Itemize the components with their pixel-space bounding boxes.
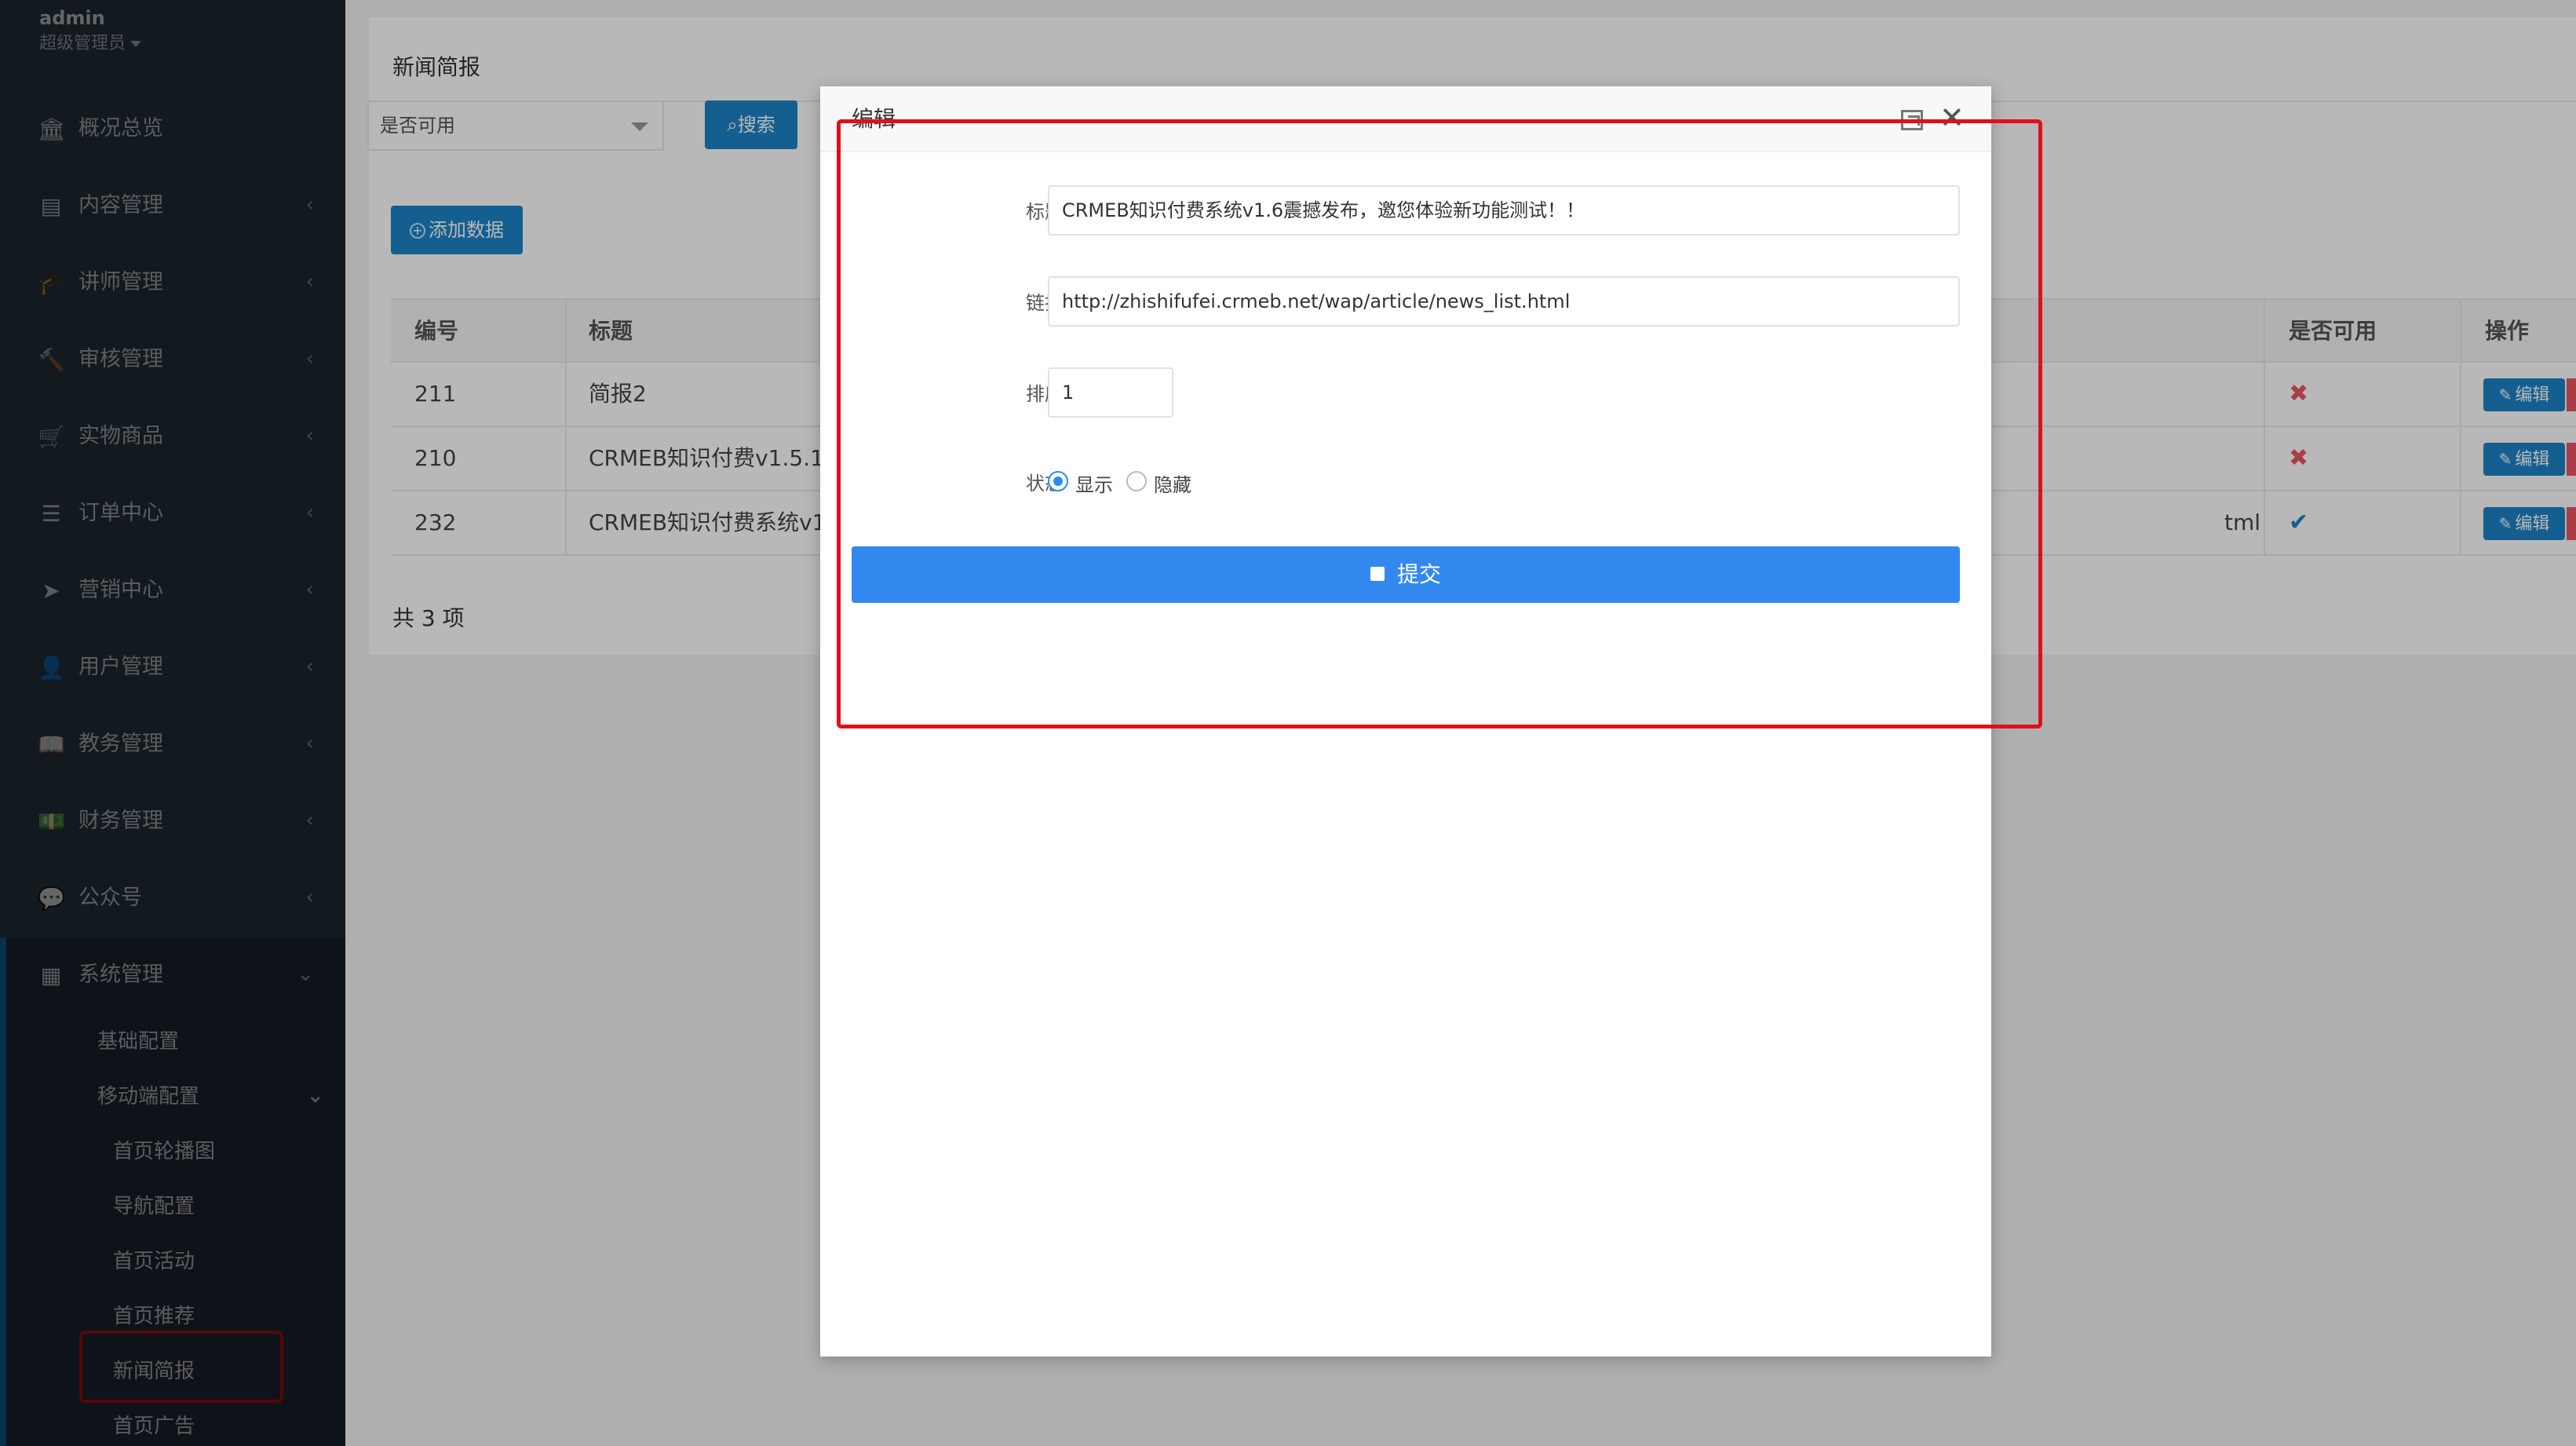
sidebar-backdrop [0,0,345,1446]
sort-input[interactable]: 1 [1048,367,1173,418]
title-input[interactable]: CRMEB知识付费系统v1.6震撼发布，邀您体验新功能测试！！ [1048,185,1960,236]
status-show-radio[interactable] [1048,471,1068,491]
modal-title: 编辑 [852,106,896,132]
edit-modal: 编辑 ✕ 标题 CRMEB知识付费系统v1.6震撼发布，邀您体验新功能测试！！ … [820,86,1991,1357]
status-label: 状态 [1026,473,1064,495]
sort-label: 排序 [1026,383,1064,405]
title-label: 标题 [1026,201,1064,223]
bag-icon [1370,567,1385,581]
link-input[interactable]: http://zhishifufei.crmeb.net/wap/article… [1048,276,1960,327]
status-show-label[interactable]: 显示 [1075,469,1113,497]
status-hide-radio[interactable] [1126,471,1147,491]
submit-button-label: 提交 [1396,561,1441,587]
modal-header: 编辑 ✕ [820,86,1991,152]
submit-button[interactable]: 提交 [852,546,1960,603]
maximize-icon[interactable] [1901,110,1923,130]
close-icon[interactable]: ✕ [1939,100,1965,135]
status-hide-label[interactable]: 隐藏 [1154,469,1191,497]
link-label: 链接 [1026,292,1064,314]
